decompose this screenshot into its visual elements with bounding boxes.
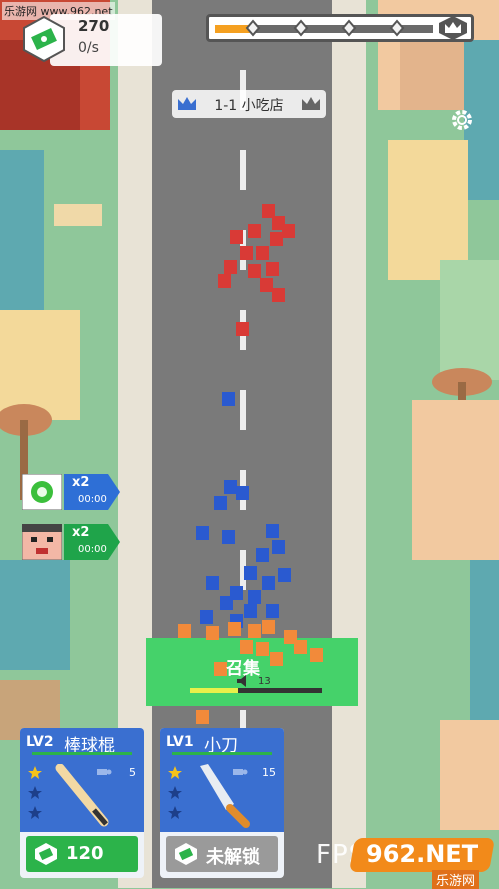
attack-stat-icon [233,769,248,775]
stage-banner: 1-1 小吃店 [172,90,326,118]
watermark-logo: 962.NET 乐游网 [349,836,498,889]
recruit-unit [240,640,253,654]
blue-ally-unit [222,392,235,406]
recruit-unit [262,620,275,634]
angry-face-icon [22,524,62,560]
recruit-unit [294,640,307,654]
green-gear-icon [22,474,62,510]
blue-ally-unit [196,526,209,540]
boost-multiplier: x2 [72,525,90,540]
red-enemy-unit [240,246,253,260]
recruit-unit [310,648,323,662]
recruit-unit [196,710,209,724]
blue-ally-unit [244,566,257,580]
speaker-icon [237,675,246,687]
money-boost-badge[interactable]: x2 00:00 [22,474,122,510]
money-value: 270 [78,17,110,35]
settings-gear-icon[interactable] [450,108,474,132]
recruit-unit [228,622,241,636]
blue-ally-unit [220,596,233,610]
blue-ally-unit [236,486,249,500]
red-enemy-unit [236,322,249,336]
red-enemy-unit [270,232,283,246]
upgrade-cost: 120 [66,843,104,864]
attack-stat-icon [97,769,112,775]
watermark-sub: 乐游网 [432,870,480,889]
army-count: 13 [258,676,271,687]
crown-gray-icon [302,97,320,110]
level-progress-bar [206,14,474,42]
cash-icon [35,843,57,865]
income-rate: 0/s [78,40,99,56]
blue-ally-unit [266,524,279,538]
watermark-logo-text: 962.NET [366,840,479,868]
money-hud: 270 0/s [22,14,162,66]
blue-ally-unit [248,590,261,604]
stage-label: 1-1 小吃店 [214,98,284,114]
blue-ally-unit [222,530,235,544]
boost-timer: 00:00 [78,494,107,505]
recruit-unit [178,624,191,638]
card-stat: 5 [129,766,136,779]
red-enemy-unit [282,224,295,238]
blue-ally-unit [272,540,285,554]
card-body: 15 [160,752,284,832]
recruit-unit [206,626,219,640]
army-boost-badge[interactable]: x2 00:00 [22,524,122,560]
boost-timer: 00:00 [78,544,107,555]
crown-icon [439,16,467,40]
card-body: 5 [20,752,144,832]
locked-label: 未解锁 [206,847,260,868]
locked-button[interactable]: 未解锁 [166,836,278,872]
card-stat: 15 [262,766,276,779]
recruit-unit [270,652,283,666]
blue-ally-unit [266,604,279,618]
blue-ally-unit [244,604,257,618]
red-enemy-unit [256,246,269,260]
blue-ally-unit [256,548,269,562]
blue-ally-unit [262,576,275,590]
star-rating [168,766,182,819]
cash-icon [23,16,65,62]
upgrade-button[interactable]: 120 [26,836,138,872]
recruit-unit [248,624,261,638]
star-rating [28,766,42,819]
red-enemy-unit [230,230,243,244]
progress-milestones [245,19,405,37]
red-enemy-unit [248,224,261,238]
blue-ally-unit [224,480,237,494]
blue-ally-unit [214,496,227,510]
cash-icon [175,843,197,865]
crown-blue-icon [178,97,196,110]
red-enemy-unit [262,204,275,218]
card-level: LV2 [26,734,54,750]
red-enemy-unit [272,288,285,302]
red-enemy-unit [218,274,231,288]
red-enemy-unit [266,262,279,276]
blue-ally-unit [206,576,219,590]
red-enemy-unit [224,260,237,274]
boost-multiplier: x2 [72,475,90,490]
weapon-card-bat[interactable]: LV2 棒球棍 5 120 [20,728,144,878]
card-level: LV1 [166,734,194,750]
red-enemy-unit [248,264,261,278]
weapon-card-knife[interactable]: LV1 小刀 15 未解锁 [160,728,284,878]
blue-ally-unit [278,568,291,582]
blue-ally-unit [200,610,213,624]
red-enemy-unit [260,278,273,292]
